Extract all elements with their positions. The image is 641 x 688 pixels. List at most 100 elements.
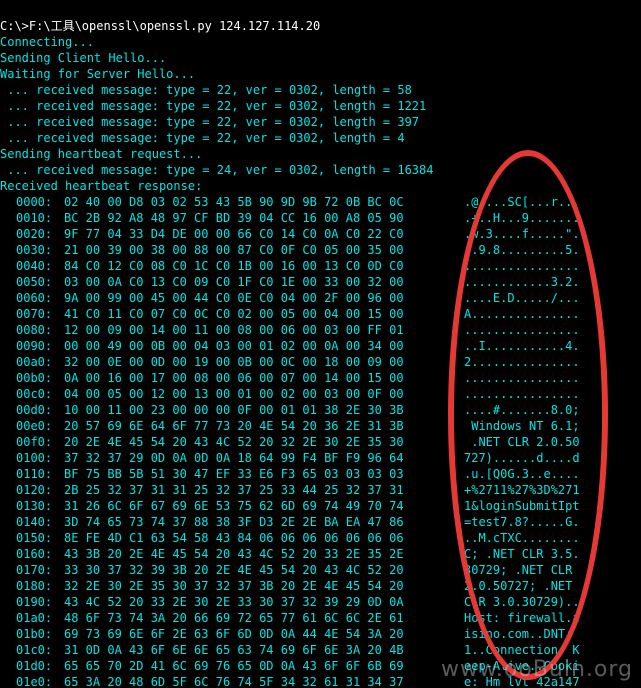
hex-bytes: 41 C0 11 C0 07 C0 0C C0 02 00 05 00 04 0… bbox=[64, 307, 404, 321]
hex-ascii: 2.0.50727; .NET bbox=[464, 579, 580, 593]
status-line: ... received message: type = 22, ver = 0… bbox=[0, 115, 420, 129]
status-line: Waiting for Server Hello... bbox=[0, 67, 196, 81]
hex-indent bbox=[0, 514, 16, 530]
hex-offset: 01d0: bbox=[16, 659, 53, 673]
hex-offset: 00a0: bbox=[16, 355, 53, 369]
hex-ascii: ................ bbox=[464, 259, 580, 273]
hex-dump-row: 00b0: 0A 00 16 00 17 00 08 00 06 00 07 00… bbox=[0, 370, 641, 386]
hex-bytes: BC 2B 92 A8 48 97 CF BD 39 04 CC 16 00 A… bbox=[64, 211, 404, 225]
hex-indent bbox=[0, 546, 16, 562]
hex-offset: 0080: bbox=[16, 323, 53, 337]
hex-offset: 0130: bbox=[16, 499, 53, 513]
status-line: ... received message: type = 22, ver = 0… bbox=[0, 131, 405, 145]
hex-bytes: 2B 25 32 37 31 31 25 32 37 25 33 44 25 3… bbox=[64, 483, 404, 497]
hex-offset: 00b0: bbox=[16, 371, 53, 385]
hex-indent bbox=[0, 370, 16, 386]
hex-bytes: 3D 74 65 73 74 37 88 38 3F D3 2E 2E BA E… bbox=[64, 515, 404, 529]
hex-dump-row: 01b0: 69 73 69 6E 6F 2E 63 6F 6D 0D 0A 44… bbox=[0, 626, 641, 642]
hex-dump-row: 0140: 3D 74 65 73 74 37 88 38 3F D3 2E 2E… bbox=[0, 514, 641, 530]
status-line: Sending heartbeat request... bbox=[0, 147, 203, 161]
hex-ascii: .NET CLR 2.0.50 bbox=[464, 435, 580, 449]
hex-indent bbox=[0, 258, 16, 274]
hex-dump-row: 0160: 43 3B 20 2E 4E 45 54 20 43 4C 52 20… bbox=[0, 546, 641, 562]
hex-offset: 0040: bbox=[16, 259, 53, 273]
hex-bytes: 33 30 37 32 39 3B 20 2E 4E 45 54 20 43 4… bbox=[64, 563, 404, 577]
hex-offset: 01e0: bbox=[16, 675, 53, 688]
hex-ascii: ..M.cTXC........ bbox=[464, 531, 580, 545]
hex-dump-row: 0170: 33 30 37 32 39 3B 20 2E 4E 45 54 20… bbox=[0, 562, 641, 578]
hex-dump-row: 00c0: 04 00 05 00 12 00 13 00 01 00 02 00… bbox=[0, 386, 641, 402]
hex-indent bbox=[0, 610, 16, 626]
hex-ascii: ................ bbox=[464, 387, 580, 401]
hex-offset: 0140: bbox=[16, 515, 53, 529]
hex-indent bbox=[0, 482, 16, 498]
hex-ascii: Host: firewall.a bbox=[464, 611, 580, 625]
hex-dump-row: 01c0: 31 0D 0A 43 6F 6E 6E 65 63 74 69 6F… bbox=[0, 642, 641, 658]
hex-offset: 00f0: bbox=[16, 435, 53, 449]
hex-bytes: 31 26 6C 6F 67 69 6E 53 75 62 6D 69 74 4… bbox=[64, 499, 404, 513]
hex-ascii: ................ bbox=[464, 371, 580, 385]
hex-dump-row: 0120: 2B 25 32 37 31 31 25 32 37 25 33 44… bbox=[0, 482, 641, 498]
hex-offset: 00e0: bbox=[16, 419, 53, 433]
hex-dump-row: 0090: 00 00 49 00 0B 00 04 03 00 01 02 00… bbox=[0, 338, 641, 354]
hex-ascii: isino.com..DNT: bbox=[464, 627, 580, 641]
hex-offset: 0030: bbox=[16, 243, 53, 257]
hex-dump-row: 0060: 9A 00 99 00 45 00 44 C0 0E C0 04 00… bbox=[0, 290, 641, 306]
hex-ascii: .w.3....f.....". bbox=[464, 227, 580, 241]
hex-offset: 01a0: bbox=[16, 611, 53, 625]
hex-ascii: Windows NT 6.1; bbox=[464, 419, 580, 433]
hex-dump-row: 0040: 84 C0 12 C0 08 C0 1C C0 1B 00 16 00… bbox=[0, 258, 641, 274]
hex-offset: 0060: bbox=[16, 291, 53, 305]
hex-bytes: 65 65 70 2D 41 6C 69 76 65 0D 0A 43 6F 6… bbox=[64, 659, 404, 673]
hex-indent bbox=[0, 210, 16, 226]
hex-bytes: 20 2E 4E 45 54 20 43 4C 52 20 32 2E 30 2… bbox=[64, 435, 404, 449]
hex-ascii: 727)......d....d bbox=[464, 451, 580, 465]
status-line: Sending Client Hello... bbox=[0, 51, 167, 65]
hex-bytes: 37 32 37 29 0D 0A 0D 0A 18 64 99 F4 BF F… bbox=[64, 451, 404, 465]
hex-dump-row: 00f0: 20 2E 4E 45 54 20 43 4C 52 20 32 2E… bbox=[0, 434, 641, 450]
hex-bytes: 31 0D 0A 43 6F 6E 6E 65 63 74 69 6F 6E 3… bbox=[64, 643, 404, 657]
hex-ascii: 1&loginSubmitIpt bbox=[464, 499, 580, 513]
hex-indent bbox=[0, 290, 16, 306]
hex-bytes: 84 C0 12 C0 08 C0 1C C0 1B 00 16 00 13 C… bbox=[64, 259, 404, 273]
hex-indent bbox=[0, 658, 16, 674]
status-line: Connecting... bbox=[0, 35, 94, 49]
hex-indent bbox=[0, 434, 16, 450]
hex-offset: 0120: bbox=[16, 483, 53, 497]
hex-ascii: 30729; .NET CLR bbox=[464, 563, 580, 577]
hex-bytes: 43 4C 52 20 33 2E 30 2E 33 30 37 32 39 2… bbox=[64, 595, 404, 609]
hex-indent bbox=[0, 626, 16, 642]
hex-offset: 01b0: bbox=[16, 627, 53, 641]
hex-dump-row: 0030: 21 00 39 00 38 00 88 00 87 C0 0F C0… bbox=[0, 242, 641, 258]
hex-bytes: 69 73 69 6E 6F 2E 63 6F 6D 0D 0A 44 4E 5… bbox=[64, 627, 404, 641]
hex-bytes: 21 00 39 00 38 00 88 00 87 C0 0F C0 05 0… bbox=[64, 243, 404, 257]
hex-indent bbox=[0, 226, 16, 242]
hex-offset: 00c0: bbox=[16, 387, 53, 401]
hex-indent bbox=[0, 322, 16, 338]
hex-ascii: C; .NET CLR 3.5. bbox=[464, 547, 580, 561]
status-line: ... received message: type = 24, ver = 0… bbox=[0, 163, 434, 177]
hex-offset: 0010: bbox=[16, 211, 53, 225]
hex-dump-row: 0110: BF 75 BB 5B 51 30 47 EF 33 E6 F3 65… bbox=[0, 466, 641, 482]
hex-dump-row: 0130: 31 26 6C 6F 67 69 6E 53 75 62 6D 69… bbox=[0, 498, 641, 514]
hex-indent bbox=[0, 642, 16, 658]
hex-offset: 0180: bbox=[16, 579, 53, 593]
hex-bytes: 32 00 0E 00 0D 00 19 00 0B 00 0C 00 18 0… bbox=[64, 355, 404, 369]
hex-dump-row: 0190: 43 4C 52 20 33 2E 30 2E 33 30 37 32… bbox=[0, 594, 641, 610]
hex-bytes: 9A 00 99 00 45 00 44 C0 0E C0 04 00 2F 0… bbox=[64, 291, 404, 305]
hex-offset: 0090: bbox=[16, 339, 53, 353]
hex-dump-row: 00a0: 32 00 0E 00 0D 00 19 00 0B 00 0C 00… bbox=[0, 354, 641, 370]
hex-bytes: BF 75 BB 5B 51 30 47 EF 33 E6 F3 65 03 0… bbox=[64, 467, 404, 481]
hex-offset: 0100: bbox=[16, 451, 53, 465]
hex-indent bbox=[0, 578, 16, 594]
hex-indent bbox=[0, 402, 16, 418]
hex-bytes: 12 00 09 00 14 00 11 00 08 00 06 00 03 0… bbox=[64, 323, 404, 337]
hex-indent bbox=[0, 498, 16, 514]
hex-bytes: 20 57 69 6E 64 6F 77 73 20 4E 54 20 36 2… bbox=[64, 419, 404, 433]
hex-dump-row: 01a0: 48 6F 73 74 3A 20 66 69 72 65 77 61… bbox=[0, 610, 641, 626]
hex-ascii: ..I...........4. bbox=[464, 339, 580, 353]
hex-indent bbox=[0, 306, 16, 322]
hex-ascii: +%2711%27%3D%271 bbox=[464, 483, 580, 497]
hex-indent bbox=[0, 466, 16, 482]
hex-dump-row: 0080: 12 00 09 00 14 00 11 00 08 00 06 00… bbox=[0, 322, 641, 338]
